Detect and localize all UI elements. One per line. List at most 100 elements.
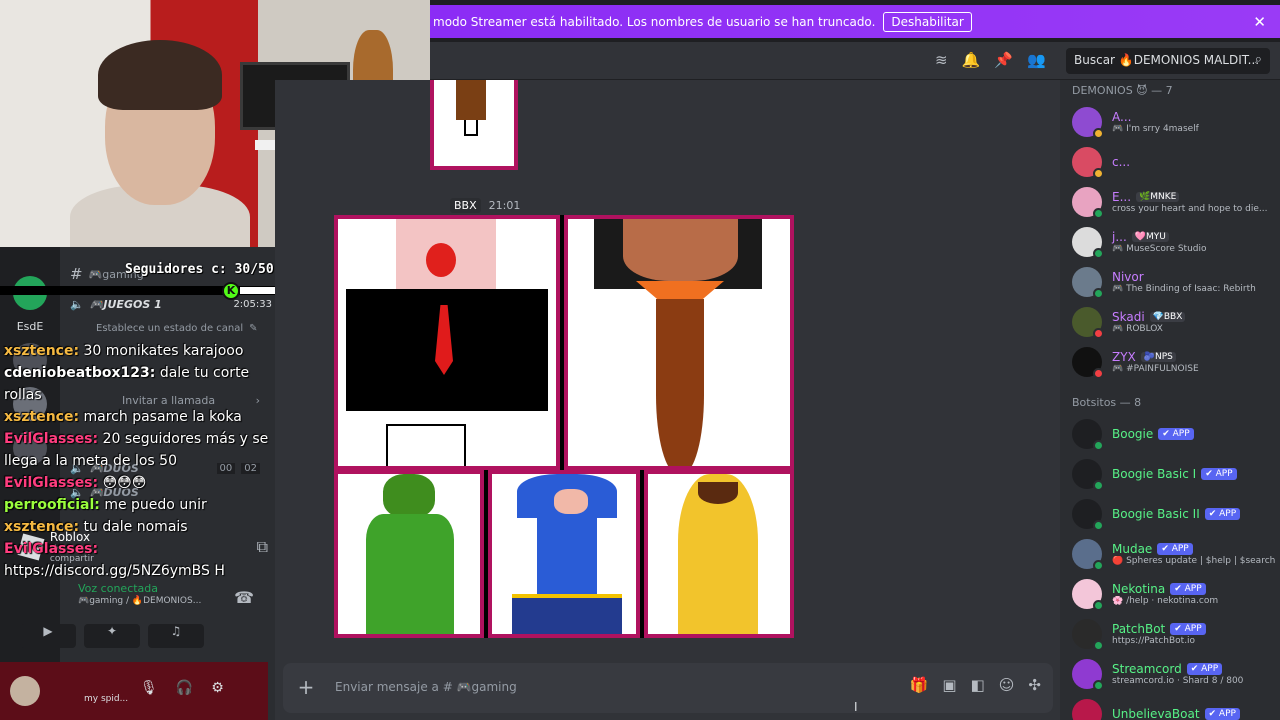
member-name-row: Nekotina ✔ APP — [1112, 582, 1218, 596]
member-name: Skadi — [1112, 310, 1145, 324]
add-attachment-button[interactable]: + — [295, 676, 317, 698]
status-indicator — [1093, 680, 1104, 691]
member-name-row: Boogie ✔ APP — [1112, 427, 1194, 441]
member-item[interactable]: c... — [1060, 142, 1280, 182]
chat-username: perrooficial: — [4, 497, 100, 513]
app-window: EsdE # 🎮gaming 🔈 🎮JUEGOS 1 2:05:33 Estab… — [0, 0, 1280, 720]
avatar — [1072, 147, 1104, 179]
camera-button[interactable]: ▶ — [20, 624, 76, 648]
member-item[interactable]: PatchBot ✔ APP https://PatchBot.io — [1060, 614, 1280, 654]
app-badge: ✔ APP — [1170, 583, 1206, 595]
member-text: Mudae ✔ APP 🔴 Spheres update | $help | $se… — [1112, 542, 1275, 566]
avatar — [1072, 107, 1104, 139]
member-activity: 🎮 ROBLOX — [1112, 324, 1163, 334]
member-item[interactable]: E... 🌿MNKE cross your heart and hope to di… — [1060, 182, 1280, 222]
member-item[interactable]: Skadi 💎BBX 🎮 ROBLOX — [1060, 302, 1280, 342]
member-text: UnbelievaBoat ✔ APP — [1112, 707, 1240, 720]
status-indicator — [1093, 440, 1104, 451]
member-item[interactable]: Boogie Basic I ✔ APP — [1060, 454, 1280, 494]
member-activity: https://PatchBot.io — [1112, 636, 1196, 646]
member-text: PatchBot ✔ APP https://PatchBot.io — [1112, 622, 1206, 646]
member-text: A... 🎮 I'm srry 4maself — [1112, 110, 1199, 134]
drawing-image-previous[interactable] — [430, 80, 518, 170]
app-badge: ✔ APP — [1204, 708, 1240, 720]
members-icon[interactable]: 👥 — [1027, 51, 1046, 69]
member-tag: 🫐NPS — [1140, 352, 1176, 362]
avatar — [1072, 187, 1104, 219]
member-item[interactable]: Boogie ✔ APP — [1060, 414, 1280, 454]
headphones-icon[interactable]: 🎧 — [176, 680, 193, 696]
pin-icon[interactable]: 📌 — [994, 51, 1013, 69]
member-name: A... — [1112, 110, 1132, 124]
member-name: Boogie Basic II — [1112, 507, 1200, 521]
member-name-row: j... 🩷MYU — [1112, 230, 1207, 244]
member-name: PatchBot — [1112, 622, 1166, 636]
avatar — [1072, 227, 1104, 259]
chat-text: me puedo unir — [104, 497, 207, 513]
member-name: Boogie Basic I — [1112, 467, 1197, 481]
app-badge: ✔ APP — [1201, 468, 1237, 480]
member-name-row: Skadi 💎BBX — [1112, 310, 1186, 324]
member-group-header: DEMONIOS 😈 — 7 — [1072, 84, 1173, 97]
disconnect-icon[interactable]: ☎ — [234, 588, 254, 607]
channel-status-setter[interactable]: Establece un estado de canal ✎ — [62, 316, 272, 340]
bell-icon[interactable]: 🔔 — [962, 51, 981, 69]
member-item[interactable]: Mudae ✔ APP 🔴 Spheres update | $help | $se… — [1060, 534, 1280, 574]
member-item[interactable]: Nivor 🎮 The Binding of Isaac: Rebirth — [1060, 262, 1280, 302]
search-input[interactable]: Buscar 🔥DEMONIOS MALDIT... ⌕ — [1066, 48, 1270, 74]
member-activity: 🎮 MuseScore Studio — [1112, 244, 1207, 254]
gear-icon[interactable]: ⚙ — [211, 680, 224, 696]
member-name: Nivor — [1112, 270, 1144, 284]
avatar[interactable] — [10, 676, 40, 706]
member-text: j... 🩷MYU 🎮 MuseScore Studio — [1112, 230, 1207, 254]
server-label[interactable]: EsdE — [0, 320, 60, 333]
gif-icon[interactable]: ▣ — [942, 676, 956, 694]
member-item[interactable]: j... 🩷MYU 🎮 MuseScore Studio — [1060, 222, 1280, 262]
member-text: Boogie Basic I ✔ APP — [1112, 467, 1237, 481]
soundboard-button[interactable]: ♫ — [148, 624, 204, 648]
screen-button[interactable]: ✦ — [84, 624, 140, 648]
drawing-collage[interactable] — [334, 215, 794, 638]
member-text: ZYX 🫐NPS 🎮 #PAINFULNOISE — [1112, 350, 1199, 374]
avatar — [1072, 419, 1104, 451]
gift-icon[interactable]: 🎁 — [910, 676, 929, 694]
member-name: ZYX — [1112, 350, 1136, 364]
emoji-icon[interactable]: ☺ — [999, 676, 1015, 694]
member-item[interactable]: Boogie Basic II ✔ APP — [1060, 494, 1280, 534]
member-text: Nivor 🎮 The Binding of Isaac: Rebirth — [1112, 270, 1256, 294]
member-name-row: PatchBot ✔ APP — [1112, 622, 1206, 636]
member-item[interactable]: UnbelievaBoat ✔ APP — [1060, 694, 1280, 720]
microphone-icon[interactable]: 🎙 — [140, 680, 158, 696]
role-tag: BBX — [450, 198, 481, 213]
disable-button[interactable]: Deshabilitar — [883, 11, 972, 32]
chat-username: cdeniobeatbox123: — [4, 365, 156, 381]
followers-label: Seguidores c: 30/50 — [125, 262, 274, 277]
avatar — [1072, 267, 1104, 299]
member-text: Skadi 💎BBX 🎮 ROBLOX — [1112, 310, 1186, 334]
member-name: Mudae — [1112, 542, 1153, 556]
member-item[interactable]: Streamcord ✔ APP streamcord.io · Shard 8 /… — [1060, 654, 1280, 694]
threads-icon[interactable]: ≋ — [935, 51, 948, 69]
search-icon: ⌕ — [1254, 52, 1262, 67]
apps-icon[interactable]: ✣ — [1028, 676, 1041, 694]
close-icon[interactable]: ✕ — [1253, 13, 1266, 31]
user-panel: my spid... 🎙 🎧 ⚙ — [0, 662, 268, 720]
chat-message: EvilGlasses: 20 seguidores más y se lleg… — [0, 428, 275, 472]
drawing-panel-green — [334, 470, 484, 638]
message-composer[interactable]: + Enviar mensaje a # 🎮gaming 🎁 ▣ ◧ ☺ ✣ — [283, 663, 1053, 713]
app-badge: ✔ APP — [1186, 663, 1223, 675]
sticker-icon[interactable]: ◧ — [971, 676, 985, 694]
member-name-row: ZYX 🫐NPS — [1112, 350, 1199, 364]
member-name-row: E... 🌿MNKE — [1112, 190, 1267, 204]
member-text: Boogie ✔ APP — [1112, 427, 1194, 441]
chat-message: xsztence: tu dale nomais — [0, 516, 275, 538]
member-item[interactable]: A... 🎮 I'm srry 4maself — [1060, 102, 1280, 142]
avatar — [1072, 499, 1104, 531]
app-badge: ✔ APP — [1157, 543, 1193, 555]
member-item[interactable]: ZYX 🫐NPS 🎮 #PAINFULNOISE — [1060, 342, 1280, 382]
member-activity: 🎮 #PAINFULNOISE — [1112, 364, 1199, 374]
channel-header: ≋ 🔔 📌 👥 Buscar 🔥DEMONIOS MALDIT... ⌕ — [430, 42, 1280, 80]
member-text: Streamcord ✔ APP streamcord.io · Shard 8 /… — [1112, 662, 1243, 686]
member-item[interactable]: Nekotina ✔ APP 🌸 /help · nekotina.com — [1060, 574, 1280, 614]
banner-text: modo Streamer está habilitado. Los nombr… — [433, 14, 876, 29]
